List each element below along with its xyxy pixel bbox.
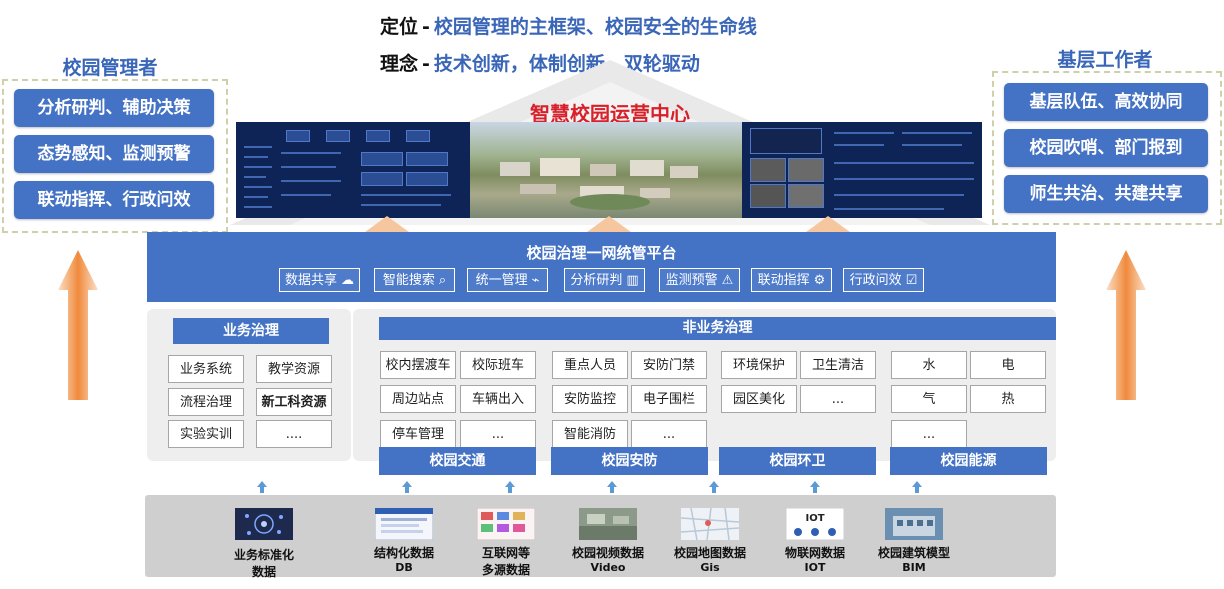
pulse-icon: ⌁ bbox=[531, 273, 540, 288]
positioning-line: 定位 - 校园管理的主框架、校园安全的生命线 bbox=[380, 16, 757, 38]
sanitation-cell[interactable]: 园区美化 bbox=[721, 385, 797, 413]
business-cell[interactable]: 教学资源 bbox=[256, 355, 332, 383]
up-arrow-icon bbox=[912, 481, 922, 493]
up-arrow-icon bbox=[587, 216, 631, 232]
security-cell[interactable]: 重点人员 bbox=[552, 351, 628, 379]
sanitation-cell[interactable]: 环境保护 bbox=[721, 351, 797, 379]
worker-item-2[interactable]: 校园吹哨、部门报到 bbox=[1004, 129, 1208, 167]
traffic-cell[interactable]: 车辆出入 bbox=[460, 385, 536, 413]
source-map-data: 校园地图数据 Gis bbox=[673, 546, 746, 574]
security-cell[interactable]: 智能消防 bbox=[552, 420, 628, 448]
dashboard-right-panel bbox=[742, 122, 982, 218]
business-cell[interactable]: 流程治理 bbox=[168, 388, 244, 416]
energy-cell[interactable]: 电 bbox=[970, 351, 1046, 379]
energy-cell[interactable]: 气 bbox=[891, 385, 967, 413]
business-cell[interactable]: 业务系统 bbox=[168, 355, 244, 383]
alarm-icon: ⚠ bbox=[721, 273, 734, 288]
worker-item-3[interactable]: 师生共治、共建共享 bbox=[1004, 175, 1208, 213]
traffic-cell[interactable]: 停车管理 bbox=[380, 420, 456, 448]
search-icon: ⌕ bbox=[438, 273, 447, 288]
up-arrow-icon bbox=[402, 481, 412, 493]
energy-cell[interactable]: ... bbox=[891, 420, 967, 448]
up-arrow-icon bbox=[365, 216, 409, 232]
source-bim-data: 校园建筑模型 BIM bbox=[877, 546, 950, 574]
category-traffic[interactable]: 校园交通 bbox=[379, 447, 536, 475]
chart-icon: ▥ bbox=[626, 273, 639, 288]
map-icon bbox=[681, 508, 739, 540]
right-orange-arrow-icon bbox=[1106, 250, 1146, 400]
energy-cell[interactable]: 水 bbox=[891, 351, 967, 379]
nonbusiness-title: 非业务治理 bbox=[379, 317, 1056, 340]
business-cell[interactable]: .... bbox=[256, 420, 332, 448]
worker-title: 基层工作者 bbox=[1057, 49, 1153, 71]
dashboard-left-panel bbox=[236, 122, 470, 218]
up-arrow-icon bbox=[806, 216, 850, 232]
feature-data-share[interactable]: 数据共享 ☁ bbox=[279, 268, 360, 292]
security-cell[interactable]: 安防门禁 bbox=[631, 351, 707, 379]
left-orange-arrow-icon bbox=[58, 250, 98, 400]
feature-unified-management[interactable]: 统一管理 ⌁ bbox=[467, 268, 548, 292]
sanitation-cell[interactable]: 卫生清洁 bbox=[800, 351, 876, 379]
feature-analysis[interactable]: 分析研判 ▥ bbox=[564, 268, 645, 292]
source-internet-data: 互联网等 多源数据 bbox=[481, 546, 530, 577]
up-arrow-icon bbox=[709, 481, 719, 493]
business-cell[interactable]: 实验实训 bbox=[168, 420, 244, 448]
cloud-share-icon: ☁ bbox=[341, 273, 354, 288]
sanitation-cell[interactable]: ... bbox=[800, 385, 876, 413]
up-arrow-icon bbox=[810, 481, 820, 493]
traffic-cell[interactable]: ... bbox=[460, 420, 536, 448]
feature-monitoring[interactable]: 监测预警 ⚠ bbox=[659, 268, 740, 292]
source-structured-data: 结构化数据 DB bbox=[373, 546, 434, 574]
internet-icon bbox=[477, 508, 535, 540]
security-cell[interactable]: ... bbox=[631, 420, 707, 448]
up-arrow-icon bbox=[607, 481, 617, 493]
category-energy[interactable]: 校园能源 bbox=[890, 447, 1047, 475]
check-icon: ☑ bbox=[905, 273, 918, 288]
energy-cell[interactable]: 热 bbox=[970, 385, 1046, 413]
network-icon: ⚙ bbox=[813, 273, 826, 288]
source-video-data: 校园视频数据 Video bbox=[571, 546, 644, 574]
worker-panel: 基层队伍、高效协同 校园吹哨、部门报到 师生共治、共建共享 bbox=[992, 71, 1222, 225]
business-cell[interactable]: 新工科资源 bbox=[256, 388, 332, 416]
bim-icon bbox=[885, 508, 943, 540]
manager-panel: 分析研判、辅助决策 态势感知、监测预警 联动指挥、行政问效 bbox=[2, 79, 228, 233]
category-sanitation[interactable]: 校园环卫 bbox=[719, 447, 876, 475]
traffic-cell[interactable]: 校际班车 bbox=[460, 351, 536, 379]
worker-item-1[interactable]: 基层队伍、高效协同 bbox=[1004, 83, 1208, 121]
traffic-cell[interactable]: 周边站点 bbox=[380, 385, 456, 413]
traffic-cell[interactable]: 校内摆渡车 bbox=[380, 351, 456, 379]
security-cell[interactable]: 安防监控 bbox=[552, 385, 628, 413]
iot-icon: IOT bbox=[786, 508, 844, 540]
up-arrow-icon bbox=[257, 481, 267, 493]
campus-aerial-image bbox=[470, 122, 742, 218]
source-iot-data: 物联网数据 IOT bbox=[784, 546, 845, 574]
feature-accountability[interactable]: 行政问效 ☑ bbox=[843, 268, 924, 292]
standard-data-icon bbox=[235, 508, 293, 540]
up-arrow-icon bbox=[505, 481, 515, 493]
feature-smart-search[interactable]: 智能搜索 ⌕ bbox=[374, 268, 455, 292]
manager-title: 校园管理者 bbox=[62, 57, 158, 79]
iot-thumb-label: IOT bbox=[805, 513, 824, 524]
manager-item-2[interactable]: 态势感知、监测预警 bbox=[14, 135, 214, 173]
category-security[interactable]: 校园安防 bbox=[551, 447, 708, 475]
dashboard-screen bbox=[236, 122, 982, 218]
business-title: 业务治理 bbox=[173, 318, 329, 344]
platform-title: 校园治理一网统管平台 bbox=[526, 244, 677, 262]
database-icon bbox=[375, 508, 433, 540]
manager-item-3[interactable]: 联动指挥、行政问效 bbox=[14, 181, 214, 219]
feature-command[interactable]: 联动指挥 ⚙ bbox=[751, 268, 832, 292]
manager-item-1[interactable]: 分析研判、辅助决策 bbox=[14, 89, 214, 127]
source-standard-data: 业务标准化 数据 bbox=[233, 548, 294, 579]
video-icon bbox=[579, 508, 637, 540]
security-cell[interactable]: 电子围栏 bbox=[631, 385, 707, 413]
